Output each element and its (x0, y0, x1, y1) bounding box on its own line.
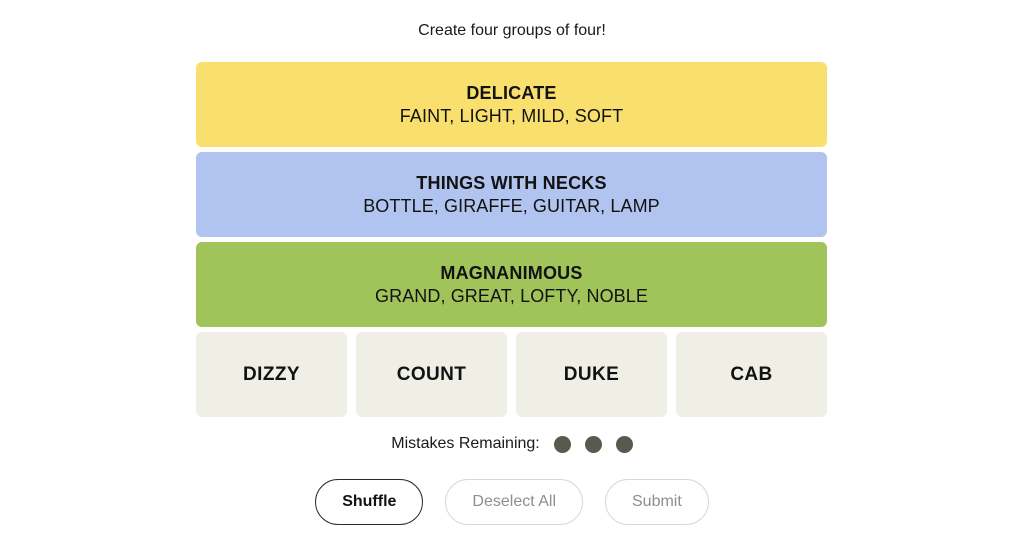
mistakes-remaining: Mistakes Remaining: (0, 434, 1024, 454)
word-tile[interactable]: CAB (676, 332, 827, 417)
word-tile[interactable]: DIZZY (196, 332, 347, 417)
mistakes-remaining-label: Mistakes Remaining: (391, 435, 540, 452)
action-buttons: Shuffle Deselect All Submit (0, 479, 1024, 525)
solved-group-yellow: DELICATE FAINT, LIGHT, MILD, SOFT (196, 62, 827, 147)
solved-group-green: MAGNANIMOUS GRAND, GREAT, LOFTY, NOBLE (196, 242, 827, 327)
solved-group-title: MAGNANIMOUS (440, 262, 583, 283)
solved-group-members: BOTTLE, GIRAFFE, GUITAR, LAMP (363, 195, 660, 216)
word-tiles-row: DIZZY COUNT DUKE CAB (196, 332, 827, 417)
mistake-dot-icon (584, 435, 602, 453)
mistake-dot-icon (615, 435, 633, 453)
connections-game: Create four groups of four! DELICATE FAI… (0, 0, 1024, 545)
page-title: Create four groups of four! (418, 22, 606, 39)
solved-group-title: DELICATE (466, 82, 557, 103)
deselect-all-button[interactable]: Deselect All (445, 479, 583, 525)
word-tile[interactable]: COUNT (356, 332, 507, 417)
word-tile[interactable]: DUKE (516, 332, 667, 417)
mistake-dot-icon (553, 435, 571, 453)
shuffle-button[interactable]: Shuffle (315, 479, 424, 525)
solved-group-blue: THINGS WITH NECKS BOTTLE, GIRAFFE, GUITA… (196, 152, 827, 237)
solved-group-title: THINGS WITH NECKS (416, 172, 607, 193)
solved-group-members: GRAND, GREAT, LOFTY, NOBLE (375, 285, 648, 306)
puzzle-board: DELICATE FAINT, LIGHT, MILD, SOFT THINGS… (196, 62, 827, 417)
mistakes-dots (553, 435, 633, 453)
solved-group-members: FAINT, LIGHT, MILD, SOFT (399, 105, 624, 126)
submit-button[interactable]: Submit (605, 479, 709, 525)
